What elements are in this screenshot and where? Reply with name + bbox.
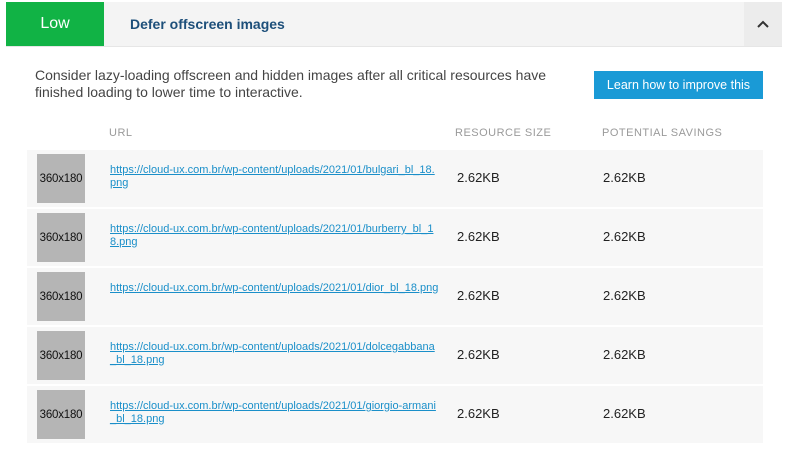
potential-savings: 2.62KB [603,170,646,185]
resource-url-link[interactable]: https://cloud-ux.com.br/wp-content/uploa… [110,341,440,367]
resource-url-link[interactable]: https://cloud-ux.com.br/wp-content/uploa… [110,400,440,426]
resource-url-link[interactable]: https://cloud-ux.com.br/wp-content/uploa… [110,223,440,249]
resource-url-link[interactable]: https://cloud-ux.com.br/wp-content/uploa… [110,282,440,295]
resource-size: 2.62KB [457,288,500,303]
table-row: 360x180 https://cloud-ux.com.br/wp-conte… [27,327,763,384]
resource-size: 2.62KB [457,406,500,421]
severity-badge: Low [6,2,104,46]
audit-description: Consider lazy-loading offscreen and hidd… [35,67,547,100]
audit-header[interactable]: Low Defer offscreen images [6,2,782,47]
table-row: 360x180 https://cloud-ux.com.br/wp-conte… [27,209,763,266]
potential-savings: 2.62KB [603,406,646,421]
potential-savings: 2.62KB [603,347,646,362]
resource-url-link[interactable]: https://cloud-ux.com.br/wp-content/uploa… [110,164,440,190]
image-thumbnail: 360x180 [37,331,85,380]
column-header-url: URL [109,127,133,139]
potential-savings: 2.62KB [603,288,646,303]
collapse-toggle[interactable] [744,2,782,46]
audit-title: Defer offscreen images [130,16,285,32]
image-thumbnail: 360x180 [37,272,85,321]
image-thumbnail: 360x180 [37,213,85,262]
table-row: 360x180 https://cloud-ux.com.br/wp-conte… [27,268,763,325]
column-header-resource-size: RESOURCE SIZE [455,127,552,139]
resource-table: 360x180 https://cloud-ux.com.br/wp-conte… [27,150,763,445]
resource-size: 2.62KB [457,170,500,185]
resource-size: 2.62KB [457,229,500,244]
chevron-up-icon [757,15,769,33]
learn-how-button[interactable]: Learn how to improve this [594,71,763,99]
column-header-potential-savings: POTENTIAL SAVINGS [602,127,723,139]
image-thumbnail: 360x180 [37,154,85,203]
image-thumbnail: 360x180 [37,390,85,439]
table-row: 360x180 https://cloud-ux.com.br/wp-conte… [27,150,763,207]
potential-savings: 2.62KB [603,229,646,244]
resource-size: 2.62KB [457,347,500,362]
table-row: 360x180 https://cloud-ux.com.br/wp-conte… [27,386,763,443]
